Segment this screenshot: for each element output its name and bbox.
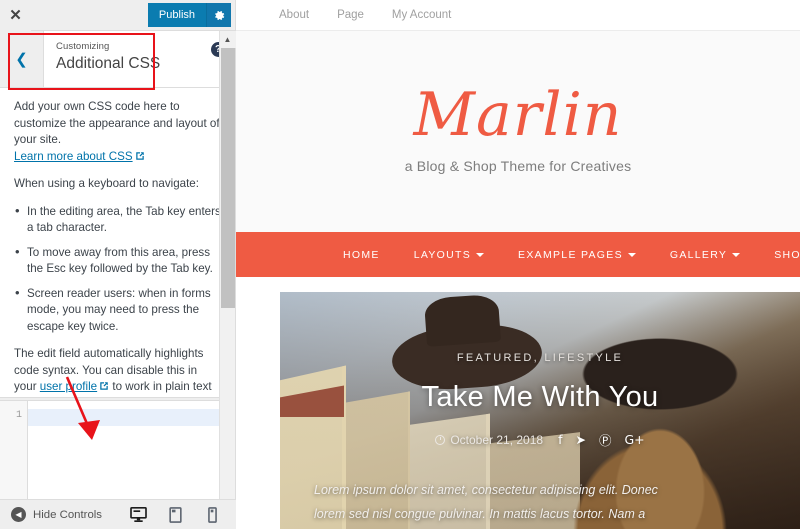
- external-link-icon: [135, 151, 144, 160]
- sidebar-scrollbar[interactable]: ▲ ▼: [219, 31, 236, 529]
- twitter-icon[interactable]: ➤: [575, 432, 585, 447]
- hero-date-label: October 21, 2018: [450, 432, 544, 447]
- mobile-preview-icon[interactable]: [202, 504, 222, 526]
- desktop-preview-icon[interactable]: [128, 504, 148, 526]
- tablet-glyph: [168, 506, 182, 523]
- list-item: To move away from this area, press the E…: [14, 244, 221, 278]
- list-item: In the editing area, the Tab key enters …: [14, 203, 221, 237]
- hero-meta: October 21, 2018 f ➤ Ⓟ G+: [280, 430, 800, 449]
- topbar-link-my-account[interactable]: My Account: [392, 9, 451, 21]
- nav-label: GALLERY: [669, 248, 728, 261]
- panel-description: Add your own CSS code here to customize …: [0, 88, 235, 398]
- page-title: Additional CSS: [56, 55, 161, 72]
- active-line-highlight: [28, 409, 219, 426]
- code-input-area[interactable]: [28, 401, 219, 499]
- site-logo[interactable]: Marlin: [414, 82, 623, 148]
- scroll-up-icon[interactable]: ▲: [219, 31, 236, 48]
- clock-icon: [435, 434, 446, 445]
- panel-titles: Customizing Additional CSS: [44, 31, 201, 87]
- publish-button[interactable]: Publish: [147, 3, 206, 27]
- keyboard-heading: When using a keyboard to navigate:: [14, 177, 199, 190]
- nav-label: SHOP: [774, 248, 800, 261]
- panel-header: ❮ Customizing Additional CSS ?: [0, 31, 235, 88]
- site-masthead: Marlin a Blog & Shop Theme for Creatives: [236, 31, 800, 232]
- highlight-paragraph: The edit field automatically highlights …: [14, 346, 221, 397]
- device-preview-group: [128, 504, 236, 526]
- scrollbar-track[interactable]: [220, 48, 236, 512]
- intro-paragraph: Add your own CSS code here to customize …: [14, 99, 221, 165]
- hero-text-block: FEATURED, LIFESTYLE Take Me With You Oct…: [280, 352, 800, 449]
- facebook-icon[interactable]: f: [558, 432, 562, 447]
- hero-date: October 21, 2018: [435, 433, 543, 447]
- keyboard-bullet-list: In the editing area, the Tab key enters …: [14, 203, 221, 336]
- intro-text: Add your own CSS code here to customize …: [14, 100, 220, 146]
- site-main-navigation: HOME LAYOUTS EXAMPLE PAGES GALLERY SHOP …: [236, 232, 800, 277]
- scrollbar-thumb[interactable]: [220, 48, 235, 308]
- hero-excerpt: Lorem ipsum dolor sit amet, consectetur …: [280, 478, 800, 529]
- nav-label: EXAMPLE PAGES: [518, 248, 623, 261]
- nav-label: HOME: [343, 248, 380, 261]
- topbar-link-page[interactable]: Page: [337, 9, 364, 21]
- css-code-editor[interactable]: 1: [0, 400, 219, 499]
- nav-item-shop[interactable]: SHOP: [774, 249, 800, 261]
- hero-category[interactable]: FEATURED, LIFESTYLE: [280, 352, 800, 364]
- user-profile-link[interactable]: user profile: [40, 380, 97, 393]
- site-preview: About Page My Account Marlin a Blog & Sh…: [236, 0, 800, 529]
- chevron-down-icon: [476, 252, 485, 257]
- site-tagline: a Blog & Shop Theme for Creatives: [404, 157, 632, 174]
- site-top-navigation: About Page My Account: [236, 0, 800, 31]
- nav-item-gallery[interactable]: GALLERY: [669, 248, 741, 261]
- hero-title[interactable]: Take Me With You: [280, 381, 800, 414]
- hero-social-links: f ➤ Ⓟ G+: [558, 430, 645, 449]
- customizer-panel: ✕ Publish ❮ Customizing Additional CSS ?: [0, 0, 236, 529]
- external-link-icon: [100, 382, 108, 390]
- chevron-left-icon[interactable]: ❮: [0, 31, 44, 87]
- tablet-preview-icon[interactable]: [165, 504, 185, 526]
- customizer-topbar: ✕ Publish: [0, 0, 235, 31]
- desktop-glyph: [129, 507, 147, 522]
- google-plus-icon[interactable]: G+: [624, 432, 644, 447]
- list-item: Screen reader users: when in forms mode,…: [14, 285, 221, 336]
- hero-excerpt-line-1: Lorem ipsum dolor sit amet, consectetur …: [314, 483, 658, 497]
- chevron-down-icon: [627, 252, 636, 257]
- nav-label: LAYOUTS: [413, 248, 472, 261]
- collapse-left-icon: ◀: [11, 507, 26, 522]
- learn-more-link[interactable]: Learn more about CSS: [14, 150, 133, 163]
- mobile-glyph: [207, 506, 217, 523]
- line-number: 1: [15, 410, 22, 421]
- publish-group: Publish: [147, 2, 231, 28]
- pinterest-icon[interactable]: Ⓟ: [599, 430, 612, 449]
- hero-featured-post[interactable]: FEATURED, LIFESTYLE Take Me With You Oct…: [280, 292, 800, 529]
- screenshot-root: ✕ Publish ❮ Customizing Additional CSS ?: [0, 0, 800, 529]
- editor-gutter: 1: [0, 401, 28, 499]
- gear-glyph: [214, 10, 224, 20]
- nav-item-layouts[interactable]: LAYOUTS: [413, 248, 485, 261]
- hero-section: FEATURED, LIFESTYLE Take Me With You Oct…: [236, 277, 800, 529]
- gear-icon[interactable]: [206, 3, 231, 27]
- chevron-down-icon: [732, 252, 741, 257]
- close-icon[interactable]: ✕: [0, 0, 31, 31]
- hide-controls-button[interactable]: ◀ Hide Controls: [0, 507, 102, 522]
- panel-eyebrow: Customizing: [56, 41, 110, 52]
- customizer-footer: ◀ Hide Controls: [0, 499, 236, 529]
- hide-controls-label: Hide Controls: [33, 508, 103, 521]
- nav-item-example-pages[interactable]: EXAMPLE PAGES: [518, 249, 636, 261]
- topbar-link-about[interactable]: About: [279, 9, 309, 21]
- hero-excerpt-line-2: lorem sed nisl congue pulvinar. In matti…: [314, 507, 646, 521]
- nav-item-home[interactable]: HOME: [343, 249, 380, 261]
